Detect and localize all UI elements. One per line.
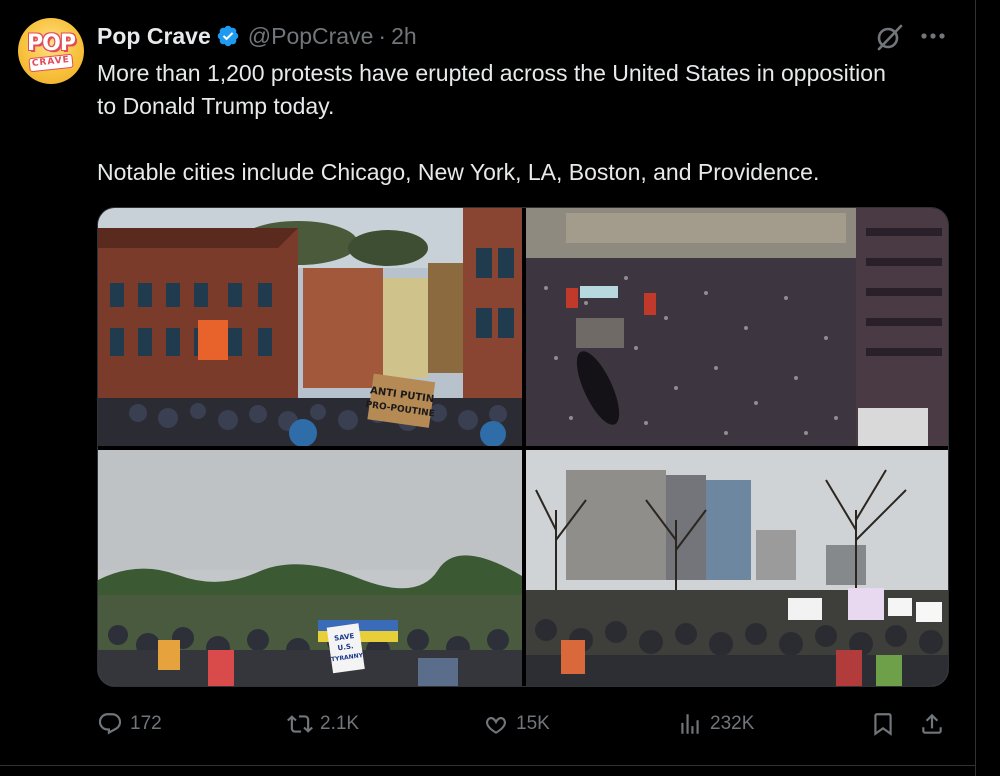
header-separator: · [378,22,387,49]
media-grid: ANTI PUTIN PRO-POUTINE SAVE U.S. TYRANNY [97,207,949,687]
like-button[interactable]: 15K [483,706,550,742]
share-button[interactable] [919,706,945,742]
photo-aerial-crowd[interactable] [526,208,948,446]
share-icon [922,713,942,734]
reply-count: 172 [130,713,162,734]
avatar[interactable]: POP CRAVE [18,18,84,84]
photo-boston-rally[interactable] [526,450,948,686]
repost-count: 2.1K [320,713,360,734]
avatar-logo-subtext: CRAVE [28,53,74,73]
author-display-name[interactable]: Pop Crave [97,23,211,50]
post-timestamp[interactable]: 2h [391,23,417,50]
grok-icon[interactable] [874,22,904,52]
like-count: 15K [516,713,550,734]
bookmark-button[interactable] [870,706,896,742]
avatar-logo-text: POP [27,31,76,56]
reply-button[interactable]: 172 [97,706,162,742]
verified-badge-icon[interactable] [216,24,240,48]
repost-button[interactable]: 2.1K [287,706,359,742]
column-divider [975,0,976,776]
post-divider [0,765,975,766]
more-icon[interactable] [916,24,950,48]
views-icon [681,714,699,734]
views-button[interactable]: 232K [677,706,754,742]
bookmark-icon [874,713,892,736]
post-header: Pop Crave @PopCrave · 2h [97,20,417,52]
author-handle[interactable]: @PopCrave [248,23,374,50]
reply-icon [98,713,122,735]
like-icon [485,716,507,734]
post-text-paragraph: Notable cities include Chicago, New York… [97,159,820,185]
post-text: More than 1,200 protests have erupted ac… [97,57,897,189]
post-text-paragraph: More than 1,200 protests have erupted ac… [97,60,886,119]
post-actions: 172 2.1K 15K 232K [97,706,957,742]
views-count: 232K [710,713,755,734]
repost-icon [287,715,313,733]
photo-street-protest[interactable]: ANTI PUTIN PRO-POUTINE [98,208,522,446]
photo-park-rally[interactable]: SAVE U.S. TYRANNY [98,450,522,686]
